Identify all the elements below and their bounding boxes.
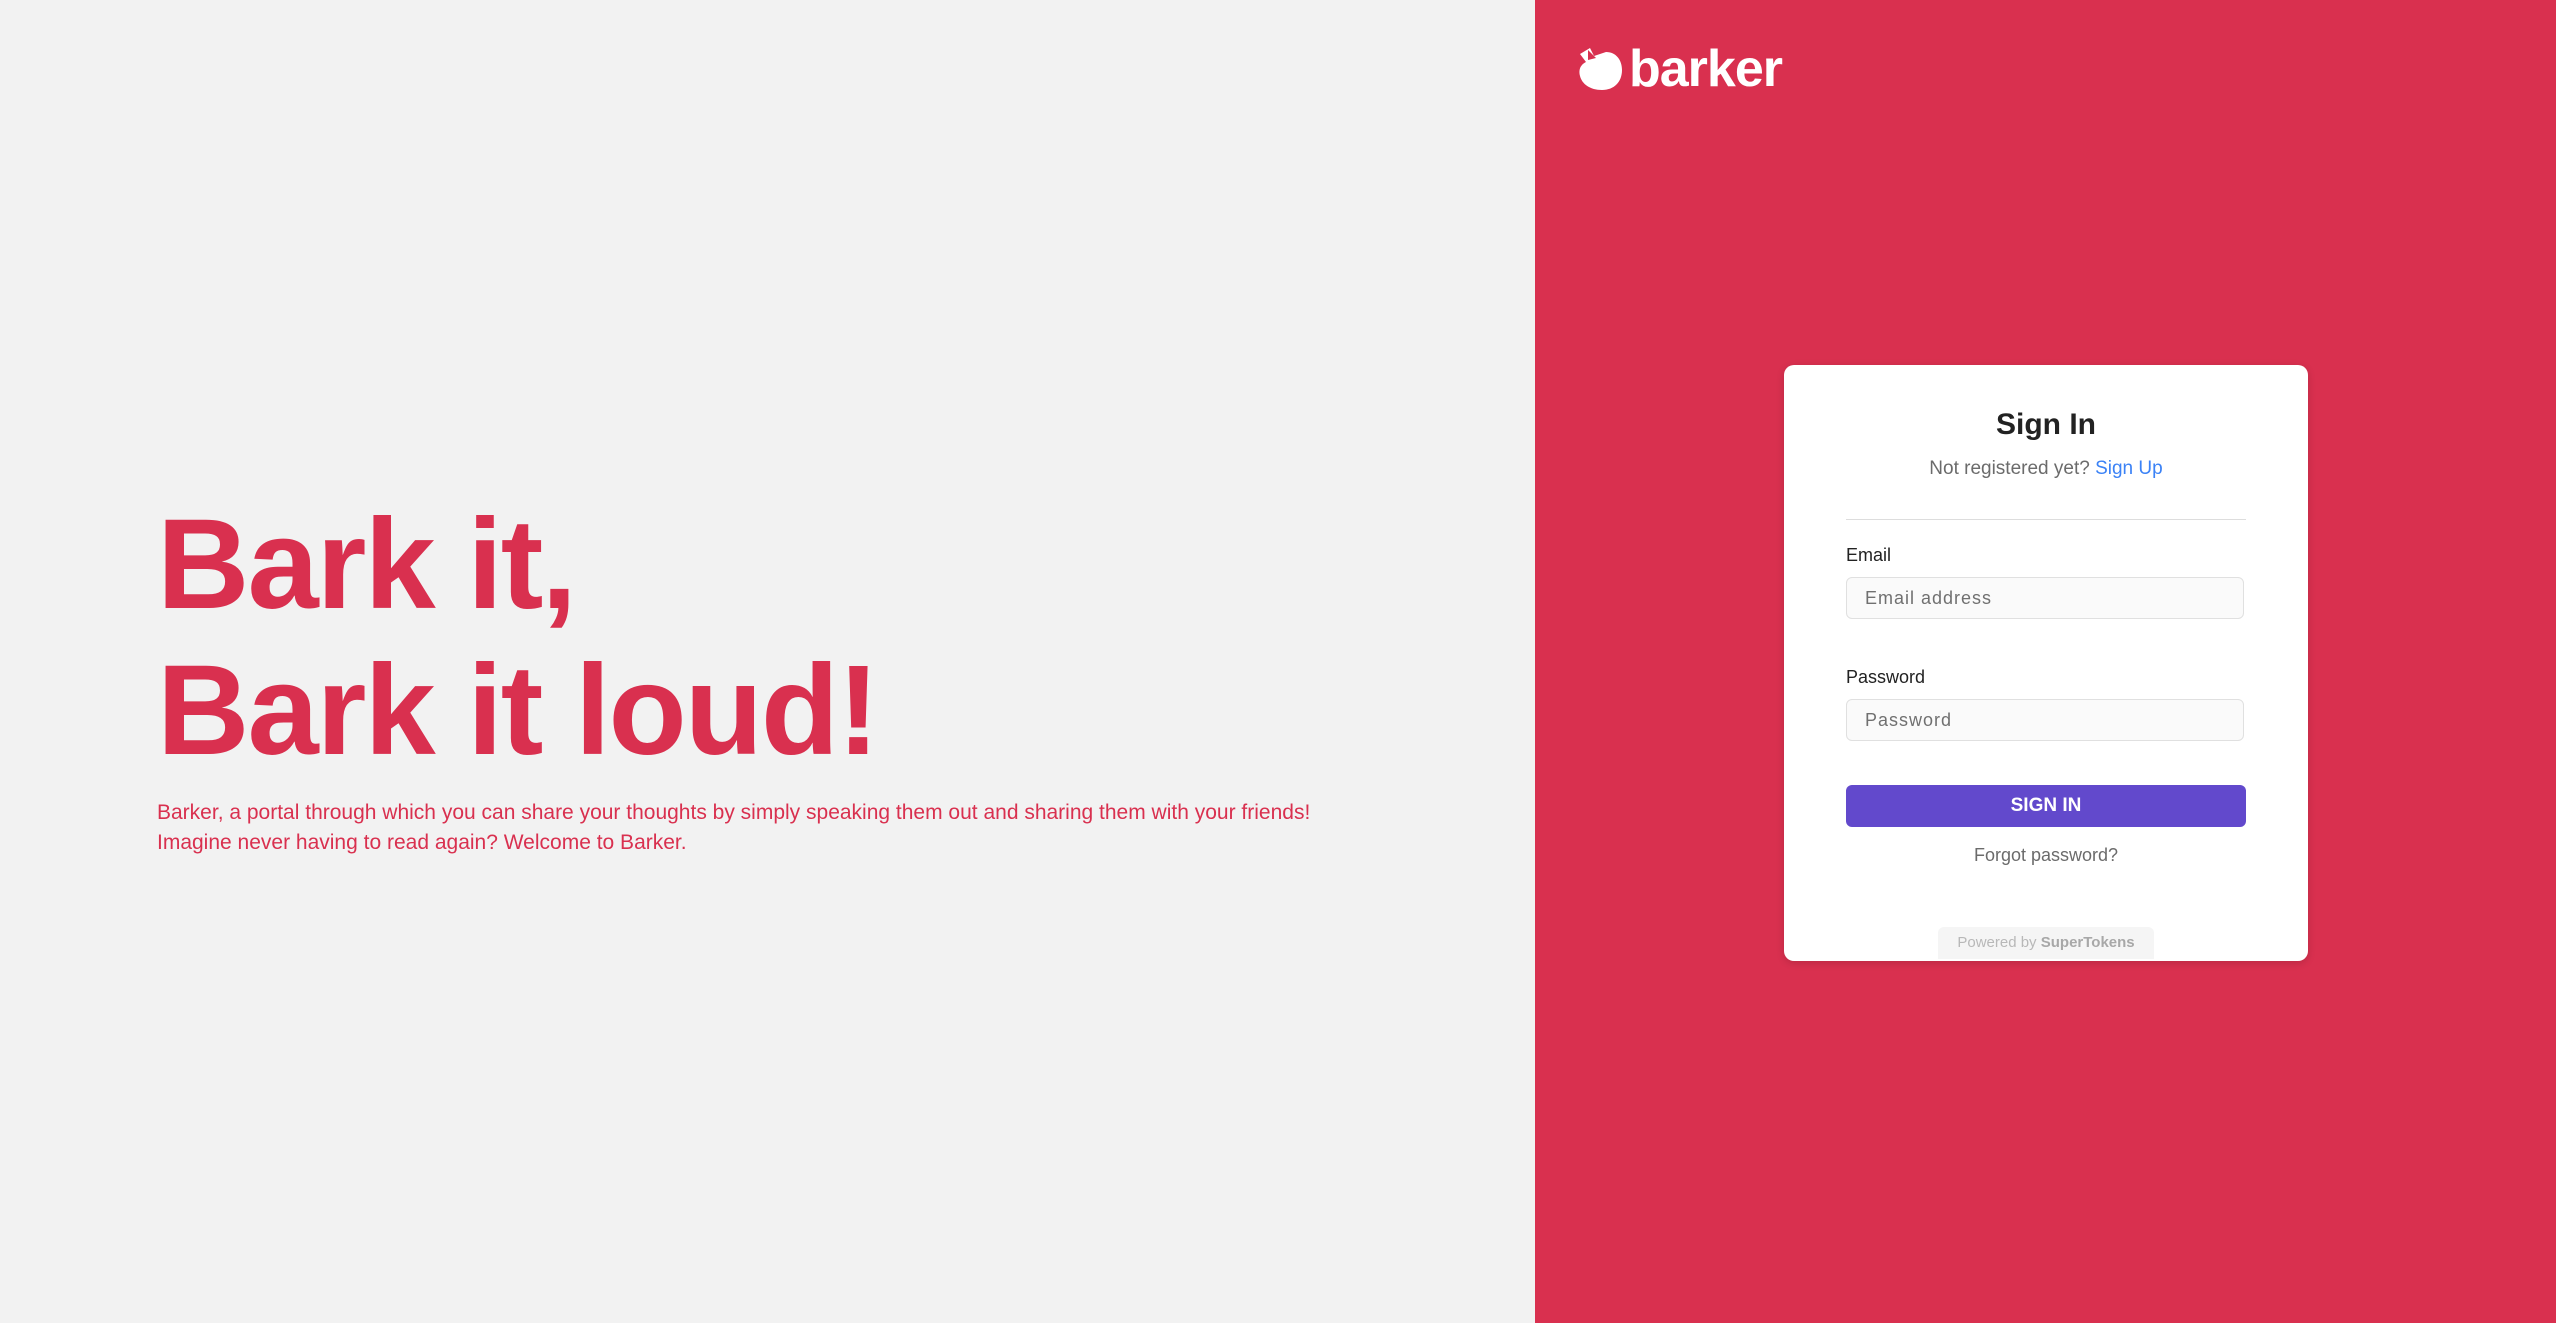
- email-label: Email: [1846, 545, 1892, 565]
- password-label: Password: [1846, 667, 1926, 687]
- hero-panel: Bark it, Bark it loud! Barker, a portal …: [0, 0, 1535, 1323]
- logo[interactable]: barker: [1575, 40, 1783, 98]
- powered-by-prefix: Powered by: [1957, 934, 2037, 951]
- forgot-password-link[interactable]: Forgot password?: [1784, 845, 2308, 866]
- headline-line-2: Bark it loud!: [157, 639, 880, 782]
- divider: [1846, 519, 2246, 520]
- auth-panel: barker Sign In Not registered yet? Sign …: [1535, 0, 2556, 1323]
- signup-link[interactable]: Sign Up: [2095, 458, 2163, 479]
- tagline-line-1: Barker, a portal through which you can s…: [157, 801, 1311, 824]
- logo-text: barker: [1629, 40, 1783, 98]
- email-field[interactable]: [1846, 577, 2244, 619]
- signin-button[interactable]: SIGN IN: [1846, 785, 2246, 827]
- signin-subtitle-text: Not registered yet?: [1929, 458, 2090, 479]
- barker-dog-icon: [1575, 44, 1625, 94]
- page: Bark it, Bark it loud! Barker, a portal …: [0, 0, 2556, 1323]
- hero: Bark it, Bark it loud! Barker, a portal …: [157, 492, 1457, 858]
- powered-by-brand: SuperTokens: [2040, 934, 2135, 951]
- tagline-line-2: Imagine never having to read again? Welc…: [157, 831, 687, 854]
- signin-card: Sign In Not registered yet? Sign Up Emai…: [1784, 365, 2308, 961]
- password-field[interactable]: [1846, 699, 2244, 741]
- powered-by-badge[interactable]: Powered by SuperTokens: [1938, 927, 2154, 959]
- tagline: Barker, a portal through which you can s…: [157, 798, 1457, 858]
- signin-subtitle: Not registered yet? Sign Up: [1784, 458, 2308, 480]
- headline-line-1: Bark it,: [157, 493, 577, 636]
- signin-title: Sign In: [1996, 408, 2096, 441]
